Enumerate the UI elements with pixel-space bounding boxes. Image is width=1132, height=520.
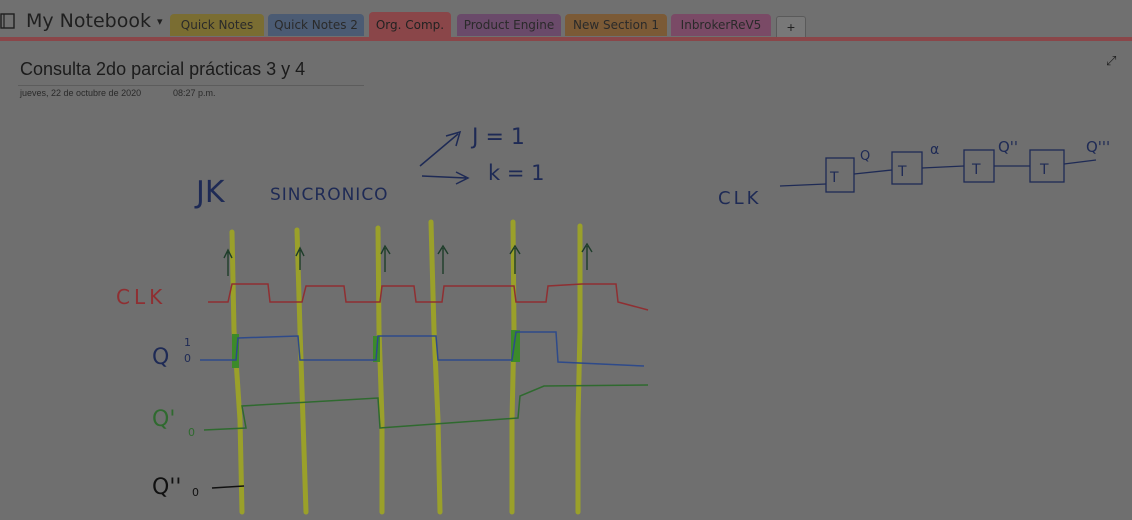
output-q1-label: α	[930, 142, 939, 158]
q2-low-label: 0	[192, 486, 199, 499]
chain-clk-label: CLK	[718, 188, 761, 209]
output-q3-label: Q'''	[1086, 138, 1110, 156]
top-bar: My Notebook ▾ Quick Notes Quick Notes 2 …	[0, 0, 1132, 38]
tab-new-section-1[interactable]: New Section 1	[565, 14, 667, 36]
tab-label: Quick Notes	[180, 18, 254, 32]
tab-product-engine[interactable]: Product Engine	[457, 14, 561, 36]
q2-label: Q''	[152, 475, 181, 500]
chevron-down-icon: ▾	[156, 14, 163, 28]
tab-quick-notes-2[interactable]: Quick Notes 2	[268, 14, 364, 36]
notebook-name: My Notebook	[26, 10, 151, 32]
clock-edge-markers	[229, 219, 583, 515]
tab-label: Org. Comp.	[375, 17, 445, 32]
ink-drawing[interactable]: JK SINCRONICO J = 1 k = 1 CLK Q 1 0 Q' 0…	[0, 41, 1132, 520]
j-equation: J = 1	[470, 125, 525, 150]
output-q-label: Q	[860, 149, 870, 164]
wire	[1063, 159, 1097, 165]
tab-label: New Section 1	[572, 18, 660, 32]
flipflop-t-label: T	[971, 162, 981, 178]
q-label: Q	[152, 345, 169, 370]
wire	[779, 183, 827, 187]
flipflop-box	[891, 151, 923, 185]
notebook-selector[interactable]: My Notebook ▾	[0, 8, 163, 34]
edge-highlights	[232, 330, 520, 368]
marker-stroke	[575, 223, 583, 515]
marker-stroke	[428, 219, 443, 515]
rising-edge-arrows	[223, 242, 593, 276]
wire	[853, 169, 893, 175]
tab-inbrokerrev5[interactable]: InbrokerReV5	[671, 14, 771, 36]
clk-label: CLK	[116, 285, 166, 309]
page-canvas: Consulta 2do parcial prácticas 3 y 4 jue…	[0, 41, 1132, 520]
flipflop-t-label: T	[897, 164, 907, 180]
q1-low-label: 0	[188, 426, 195, 439]
wire	[921, 165, 965, 169]
arrow-up-icon	[437, 244, 449, 274]
marker-stroke	[509, 219, 517, 515]
q-low-label: 0	[184, 352, 191, 365]
arrow-icon	[419, 130, 462, 167]
jk-label: JK	[194, 175, 226, 210]
arrow-icon	[421, 171, 470, 185]
q1-waveform	[203, 384, 649, 431]
add-section-button[interactable]: +	[776, 16, 806, 37]
tab-label: Product Engine	[463, 18, 555, 32]
sincronico-label: SINCRONICO	[270, 185, 389, 205]
marker-stroke	[294, 227, 309, 515]
arrow-up-icon	[581, 242, 593, 270]
plus-icon: +	[786, 19, 796, 35]
tab-org-comp[interactable]: Org. Comp.	[369, 12, 451, 37]
flipflop-t-label: T	[1039, 162, 1049, 178]
q-high-label: 1	[184, 336, 191, 349]
k-equation: k = 1	[488, 161, 544, 185]
arrow-up-icon	[380, 244, 391, 272]
output-q2-label: Q''	[998, 138, 1018, 156]
q1-label: Q'	[152, 407, 175, 432]
tab-quick-notes[interactable]: Quick Notes	[170, 14, 264, 36]
tab-label: InbrokerReV5	[680, 18, 762, 32]
notebook-icon	[0, 12, 18, 30]
flipflop-t-label: T	[829, 170, 839, 186]
tab-label: Quick Notes 2	[274, 18, 358, 32]
marker-stroke	[375, 225, 385, 515]
marker-stroke	[229, 229, 245, 515]
